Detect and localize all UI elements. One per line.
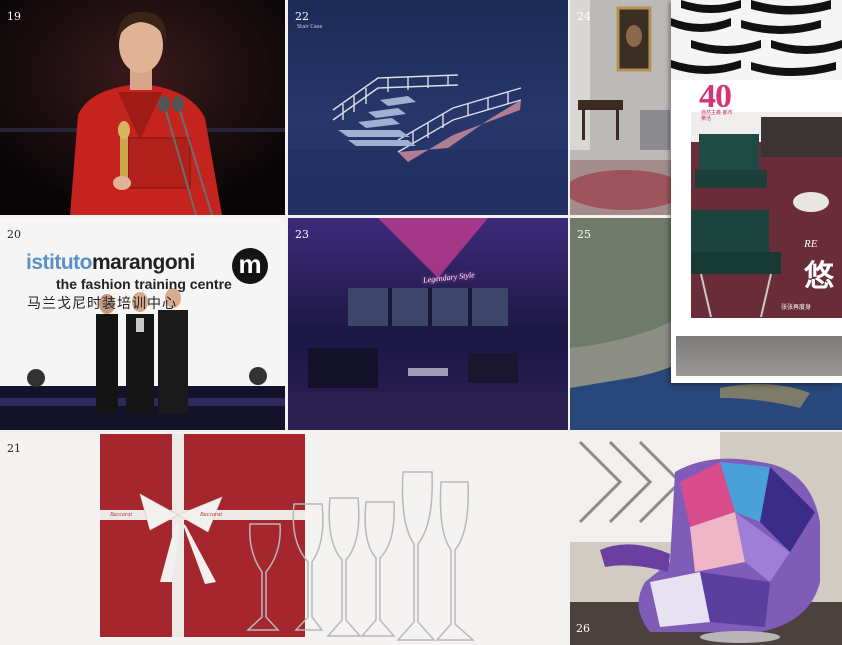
cover-divider — [671, 318, 842, 336]
photo-award-speech: 19 — [0, 0, 285, 215]
photo-lounge: 23 Legendary Style — [288, 218, 568, 430]
award-speech-illustration — [0, 0, 285, 215]
ribbon-brand-text: Baccarat — [110, 512, 132, 518]
marangoni-badge: m — [232, 248, 268, 284]
staircase-illustration — [288, 74, 568, 215]
ribbon-brand-text: Baccarat — [200, 512, 222, 518]
panel-caption: Stair Case — [297, 24, 323, 30]
magazine-cover: 40 自然主義 都市樂活 RE 悠 张张再度身 — [671, 0, 842, 383]
lounge-illustration — [288, 218, 568, 430]
cover-headline-cn: 悠 — [804, 259, 834, 294]
panel-number: 20 — [7, 228, 21, 241]
cover-caption: 张张再度身 — [781, 304, 812, 311]
photo-marangoni-event: 20 istitutomarangoni the fashion trainin… — [0, 218, 285, 430]
photo-staircase: 22 Stair Case — [288, 0, 568, 215]
marangoni-logo: istitutomarangoni — [26, 251, 195, 274]
cover-pattern — [671, 0, 842, 80]
marangoni-tagline: the fashion training centre — [56, 276, 232, 292]
panel-number: 26 — [576, 622, 590, 635]
marangoni-chinese-name: 马兰戈尼时装培训中心 — [27, 296, 177, 312]
cover-headline-latin: RE — [804, 238, 818, 250]
issue-subtitle: 自然主義 都市樂活 — [701, 110, 733, 122]
photo-patchwork-chair: 26 — [570, 432, 842, 645]
panel-number: 23 — [295, 228, 309, 241]
crystal-glasses-illustration — [0, 432, 567, 645]
panel-number: 25 — [577, 228, 591, 241]
photo-crystal-glasses: 21 Baccarat Baccarat — [0, 432, 567, 645]
panel-number: 24 — [577, 10, 591, 23]
patchwork-chair-illustration — [570, 432, 842, 645]
panel-number: 22 — [295, 10, 309, 23]
next-page-edge — [676, 336, 842, 376]
panel-number: 19 — [7, 10, 21, 23]
panel-number: 21 — [7, 442, 21, 455]
